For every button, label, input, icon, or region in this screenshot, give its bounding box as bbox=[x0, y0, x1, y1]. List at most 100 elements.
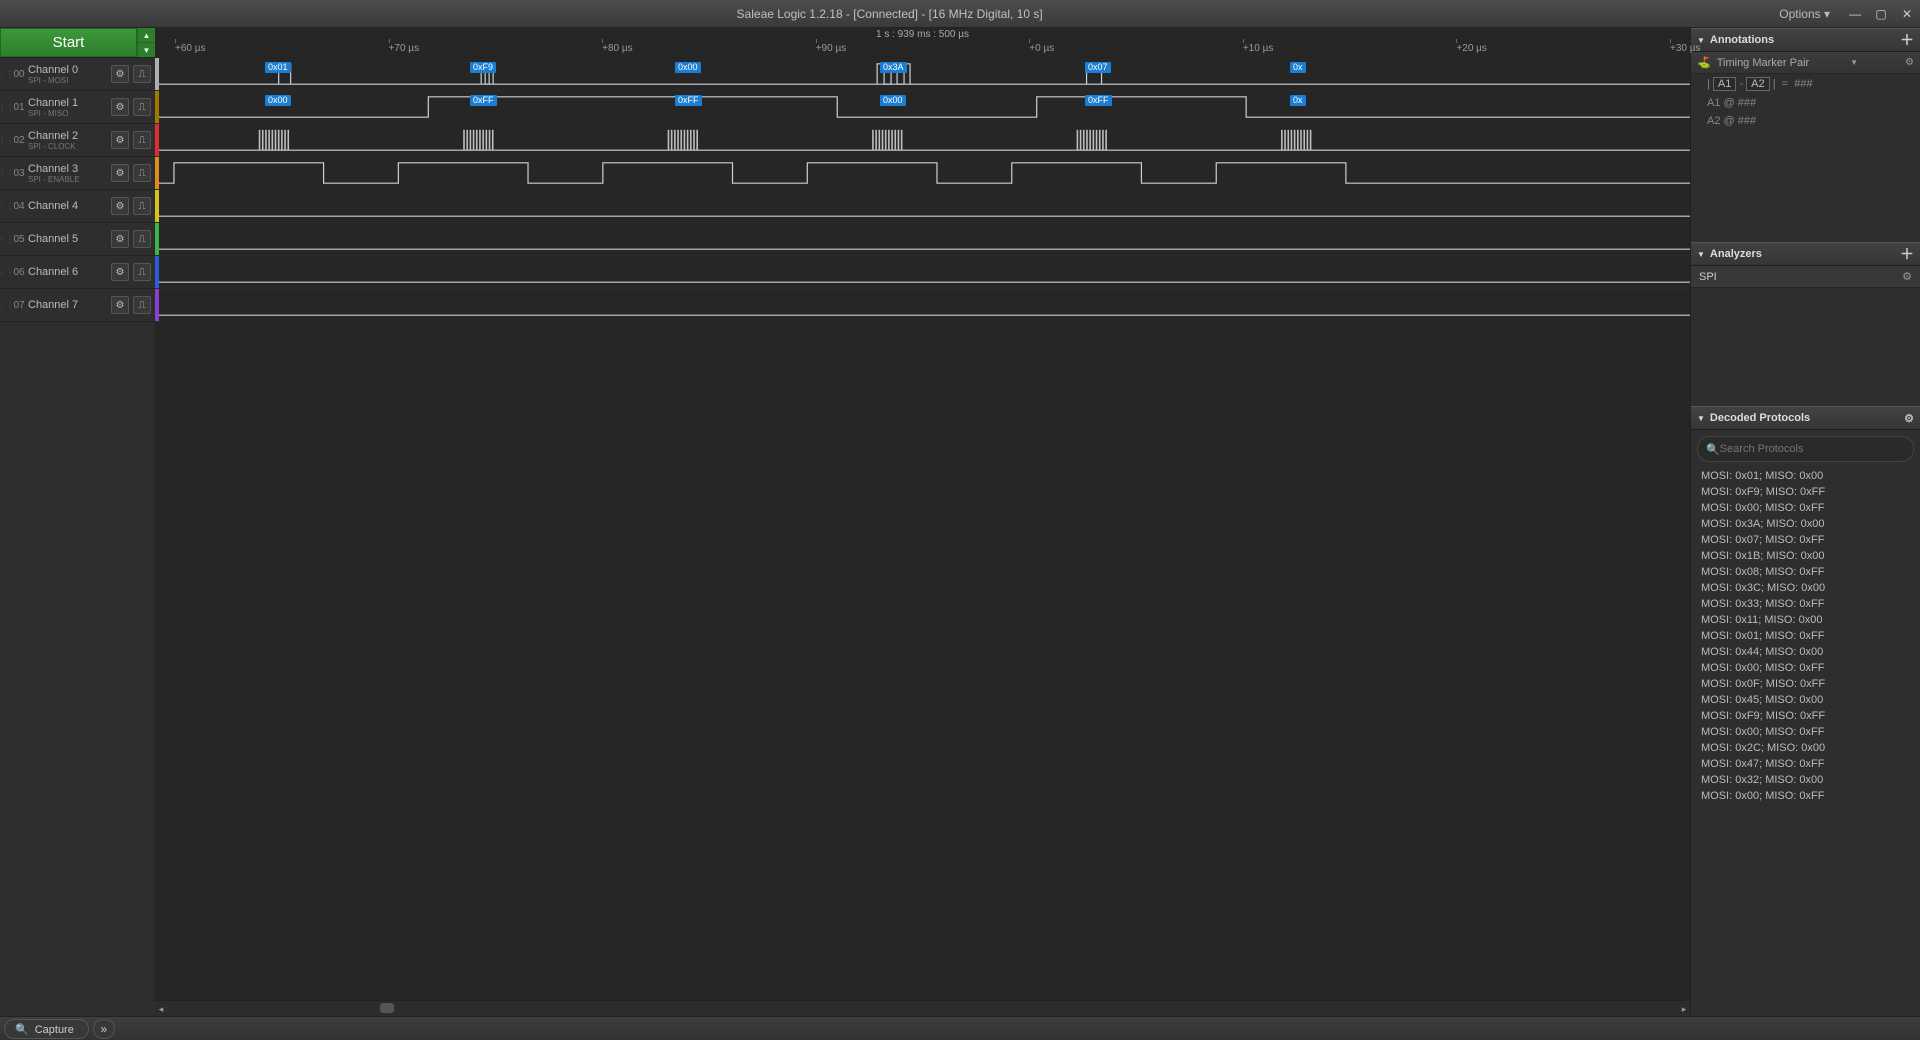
drag-handle-icon[interactable]: ⋮⋮ bbox=[0, 223, 12, 255]
decode-tag[interactable]: 0x3A bbox=[880, 62, 907, 73]
decoded-row[interactable]: MOSI: 0x32; MISO: 0x00 bbox=[1691, 772, 1920, 788]
options-menu[interactable]: Options ▾ bbox=[1779, 7, 1830, 21]
horizontal-scrollbar[interactable]: ◂ ▸ bbox=[155, 1000, 1690, 1016]
channel-trigger-button[interactable]: ⎍ bbox=[133, 230, 151, 248]
waveform-row-0[interactable]: 0x01 0xF9 0x00 0x3A 0x07 0x bbox=[155, 58, 1690, 91]
search-protocols-box[interactable]: 🔍 bbox=[1697, 436, 1914, 462]
decode-tag[interactable]: 0xF9 bbox=[470, 62, 496, 73]
waveform-row-2[interactable] bbox=[155, 124, 1690, 157]
scroll-right-arrow[interactable]: ▸ bbox=[1678, 1003, 1690, 1015]
capture-settings-up[interactable]: ▲ bbox=[137, 28, 155, 43]
capture-settings-down[interactable]: ▼ bbox=[137, 43, 155, 57]
decoded-row[interactable]: MOSI: 0x3C; MISO: 0x00 bbox=[1691, 580, 1920, 596]
analyzer-spi[interactable]: SPI ⚙ bbox=[1691, 266, 1920, 288]
channel-02[interactable]: ⋮⋮ 02 Channel 2 SPI - CLOCK ⚙ ⎍ bbox=[0, 124, 155, 157]
decoded-settings[interactable]: ⚙ bbox=[1904, 412, 1914, 425]
time-ruler[interactable]: 1 s : 939 ms : 500 µs +60 µs+70 µs+80 µs… bbox=[155, 28, 1690, 58]
decode-tag[interactable]: 0x01 bbox=[265, 62, 291, 73]
waveform-row-1[interactable]: 0x00 0xFF 0xFF 0x00 0xFF 0x bbox=[155, 91, 1690, 124]
capture-tab[interactable]: 🔍 Capture bbox=[4, 1019, 89, 1039]
more-tabs-button[interactable]: » bbox=[93, 1019, 115, 1039]
decoded-row[interactable]: MOSI: 0x00; MISO: 0xFF bbox=[1691, 660, 1920, 676]
channel-settings-button[interactable]: ⚙ bbox=[111, 296, 129, 314]
decoded-list[interactable]: MOSI: 0x01; MISO: 0x00MOSI: 0xF9; MISO: … bbox=[1691, 468, 1920, 1016]
drag-handle-icon[interactable]: ⋮⋮ bbox=[0, 91, 12, 123]
decoded-row[interactable]: MOSI: 0x07; MISO: 0xFF bbox=[1691, 532, 1920, 548]
decoded-row[interactable]: MOSI: 0x45; MISO: 0x00 bbox=[1691, 692, 1920, 708]
waveform-row-4[interactable] bbox=[155, 190, 1690, 223]
decode-tag[interactable]: 0xFF bbox=[675, 95, 702, 106]
channel-settings-button[interactable]: ⚙ bbox=[111, 131, 129, 149]
decoded-row[interactable]: MOSI: 0x47; MISO: 0xFF bbox=[1691, 756, 1920, 772]
decoded-row[interactable]: MOSI: 0xF9; MISO: 0xFF bbox=[1691, 484, 1920, 500]
channel-trigger-button[interactable]: ⎍ bbox=[133, 65, 151, 83]
minimize-button[interactable]: — bbox=[1842, 4, 1868, 24]
channel-07[interactable]: ⋮⋮ 07 Channel 7 ⚙ ⎍ bbox=[0, 289, 155, 322]
close-button[interactable]: ✕ bbox=[1894, 4, 1920, 24]
channel-settings-button[interactable]: ⚙ bbox=[111, 65, 129, 83]
decoded-row[interactable]: MOSI: 0x33; MISO: 0xFF bbox=[1691, 596, 1920, 612]
timing-marker-pair-row[interactable]: ⛳ Timing Marker Pair ▼ ⚙ bbox=[1691, 52, 1920, 74]
search-protocols-input[interactable] bbox=[1720, 443, 1905, 455]
decode-tag[interactable]: 0x00 bbox=[675, 62, 701, 73]
decode-tag[interactable]: 0xFF bbox=[1085, 95, 1112, 106]
decoded-header[interactable]: ▼ Decoded Protocols ⚙ bbox=[1691, 406, 1920, 430]
waveform-area[interactable]: 1 s : 939 ms : 500 µs +60 µs+70 µs+80 µs… bbox=[155, 28, 1690, 1016]
annotations-header[interactable]: ▼ Annotations ＋ bbox=[1691, 28, 1920, 52]
channel-01[interactable]: ⋮⋮ 01 Channel 1 SPI - MISO ⚙ ⎍ bbox=[0, 91, 155, 124]
decoded-row[interactable]: MOSI: 0x11; MISO: 0x00 bbox=[1691, 612, 1920, 628]
decoded-row[interactable]: MOSI: 0x1B; MISO: 0x00 bbox=[1691, 548, 1920, 564]
scroll-left-arrow[interactable]: ◂ bbox=[155, 1003, 167, 1015]
decoded-row[interactable]: MOSI: 0x3A; MISO: 0x00 bbox=[1691, 516, 1920, 532]
waveform-row-6[interactable] bbox=[155, 256, 1690, 289]
decoded-row[interactable]: MOSI: 0x0F; MISO: 0xFF bbox=[1691, 676, 1920, 692]
decode-tag[interactable]: 0xFF bbox=[470, 95, 497, 106]
decoded-row[interactable]: MOSI: 0x08; MISO: 0xFF bbox=[1691, 564, 1920, 580]
decoded-row[interactable]: MOSI: 0x44; MISO: 0x00 bbox=[1691, 644, 1920, 660]
decoded-row[interactable]: MOSI: 0x00; MISO: 0xFF bbox=[1691, 724, 1920, 740]
channel-settings-button[interactable]: ⚙ bbox=[111, 98, 129, 116]
drag-handle-icon[interactable]: ⋮⋮ bbox=[0, 190, 12, 222]
decoded-row[interactable]: MOSI: 0x2C; MISO: 0x00 bbox=[1691, 740, 1920, 756]
channel-trigger-button[interactable]: ⎍ bbox=[133, 197, 151, 215]
timing-pair-settings[interactable]: ⚙ bbox=[1905, 57, 1914, 68]
decoded-row[interactable]: MOSI: 0x00; MISO: 0xFF bbox=[1691, 500, 1920, 516]
waveform-row-3[interactable] bbox=[155, 157, 1690, 190]
channel-05[interactable]: ⋮⋮ 05 Channel 5 ⚙ ⎍ bbox=[0, 223, 155, 256]
analyzer-settings[interactable]: ⚙ bbox=[1902, 270, 1912, 283]
waveform-row-7[interactable] bbox=[155, 289, 1690, 322]
decode-tag[interactable]: 0x bbox=[1290, 95, 1306, 106]
channel-trigger-button[interactable]: ⎍ bbox=[133, 98, 151, 116]
channel-trigger-button[interactable]: ⎍ bbox=[133, 164, 151, 182]
maximize-button[interactable]: ▢ bbox=[1868, 4, 1894, 24]
decode-tag[interactable]: 0x07 bbox=[1085, 62, 1111, 73]
decoded-row[interactable]: MOSI: 0x01; MISO: 0xFF bbox=[1691, 628, 1920, 644]
channel-settings-button[interactable]: ⚙ bbox=[111, 230, 129, 248]
decode-tag[interactable]: 0x00 bbox=[880, 95, 906, 106]
channel-trigger-button[interactable]: ⎍ bbox=[133, 296, 151, 314]
decode-tag[interactable]: 0x bbox=[1290, 62, 1306, 73]
drag-handle-icon[interactable]: ⋮⋮ bbox=[0, 289, 12, 321]
start-button[interactable]: Start bbox=[0, 28, 137, 57]
drag-handle-icon[interactable]: ⋮⋮ bbox=[0, 256, 12, 288]
channel-trigger-button[interactable]: ⎍ bbox=[133, 263, 151, 281]
analyzers-header[interactable]: ▼ Analyzers ＋ bbox=[1691, 242, 1920, 266]
decoded-row[interactable]: MOSI: 0x00; MISO: 0xFF bbox=[1691, 788, 1920, 804]
channel-00[interactable]: ⋮⋮ 00 Channel 0 SPI - MOSI ⚙ ⎍ bbox=[0, 58, 155, 91]
add-analyzer-button[interactable]: ＋ bbox=[1900, 244, 1914, 264]
decoded-row[interactable]: MOSI: 0x01; MISO: 0x00 bbox=[1691, 468, 1920, 484]
waveform-row-5[interactable] bbox=[155, 223, 1690, 256]
drag-handle-icon[interactable]: ⋮⋮ bbox=[0, 157, 12, 189]
decode-tag[interactable]: 0x00 bbox=[265, 95, 291, 106]
add-annotation-button[interactable]: ＋ bbox=[1900, 30, 1914, 50]
channel-settings-button[interactable]: ⚙ bbox=[111, 263, 129, 281]
channel-03[interactable]: ⋮⋮ 03 Channel 3 SPI - ENABLE ⚙ ⎍ bbox=[0, 157, 155, 190]
decoded-row[interactable]: MOSI: 0xF9; MISO: 0xFF bbox=[1691, 708, 1920, 724]
channel-06[interactable]: ⋮⋮ 06 Channel 6 ⚙ ⎍ bbox=[0, 256, 155, 289]
channel-trigger-button[interactable]: ⎍ bbox=[133, 131, 151, 149]
drag-handle-icon[interactable]: ⋮⋮ bbox=[0, 58, 12, 90]
drag-handle-icon[interactable]: ⋮⋮ bbox=[0, 124, 12, 156]
scroll-thumb[interactable] bbox=[380, 1003, 394, 1013]
channel-04[interactable]: ⋮⋮ 04 Channel 4 ⚙ ⎍ bbox=[0, 190, 155, 223]
channel-settings-button[interactable]: ⚙ bbox=[111, 164, 129, 182]
